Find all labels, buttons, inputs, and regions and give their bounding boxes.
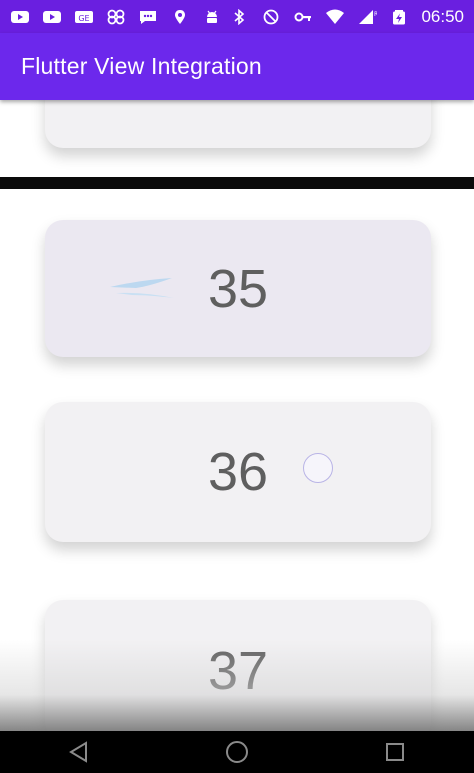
youtube-icon <box>42 9 62 25</box>
card-number: 34 <box>45 100 431 110</box>
do-not-disturb-icon <box>261 9 281 25</box>
home-icon[interactable] <box>222 737 252 767</box>
wifi-icon <box>325 9 345 25</box>
signal-icon: R <box>357 9 377 25</box>
app-bar: Flutter View Integration <box>0 33 474 100</box>
signal-label: R <box>374 11 377 18</box>
card-list[interactable]: 34 35 36 37 <box>0 100 474 731</box>
svg-text:GE: GE <box>78 14 89 23</box>
navigation-bar <box>0 731 474 773</box>
key-icon <box>293 9 313 25</box>
card-number: 37 <box>207 641 269 701</box>
status-bar: GE R 06:50 <box>0 0 474 33</box>
youtube-icon <box>10 9 30 25</box>
list-card[interactable]: 37 <box>45 600 431 731</box>
bluetooth-icon <box>229 8 249 25</box>
ge-icon: GE <box>74 9 94 25</box>
message-icon <box>138 9 158 25</box>
system-icons: R 06:50 <box>229 7 464 27</box>
card-number: 35 <box>207 258 269 319</box>
flutter-view-divider <box>0 177 474 189</box>
battery-charging-icon <box>389 9 409 25</box>
list-card[interactable]: 34 <box>45 100 431 148</box>
status-time: 06:50 <box>421 6 464 26</box>
android-icon <box>202 9 222 25</box>
pinwheel-icon <box>106 9 126 25</box>
page-title: Flutter View Integration <box>21 53 262 79</box>
location-icon <box>170 9 190 25</box>
list-card[interactable]: 35 <box>45 220 431 357</box>
back-icon[interactable] <box>64 737 94 767</box>
notification-icons: GE <box>10 9 222 25</box>
card-number: 36 <box>207 442 269 502</box>
list-card[interactable]: 36 <box>45 402 431 542</box>
motion-swish-icon <box>110 278 174 298</box>
touch-ripple-icon <box>303 453 333 483</box>
recents-icon[interactable] <box>380 737 410 767</box>
